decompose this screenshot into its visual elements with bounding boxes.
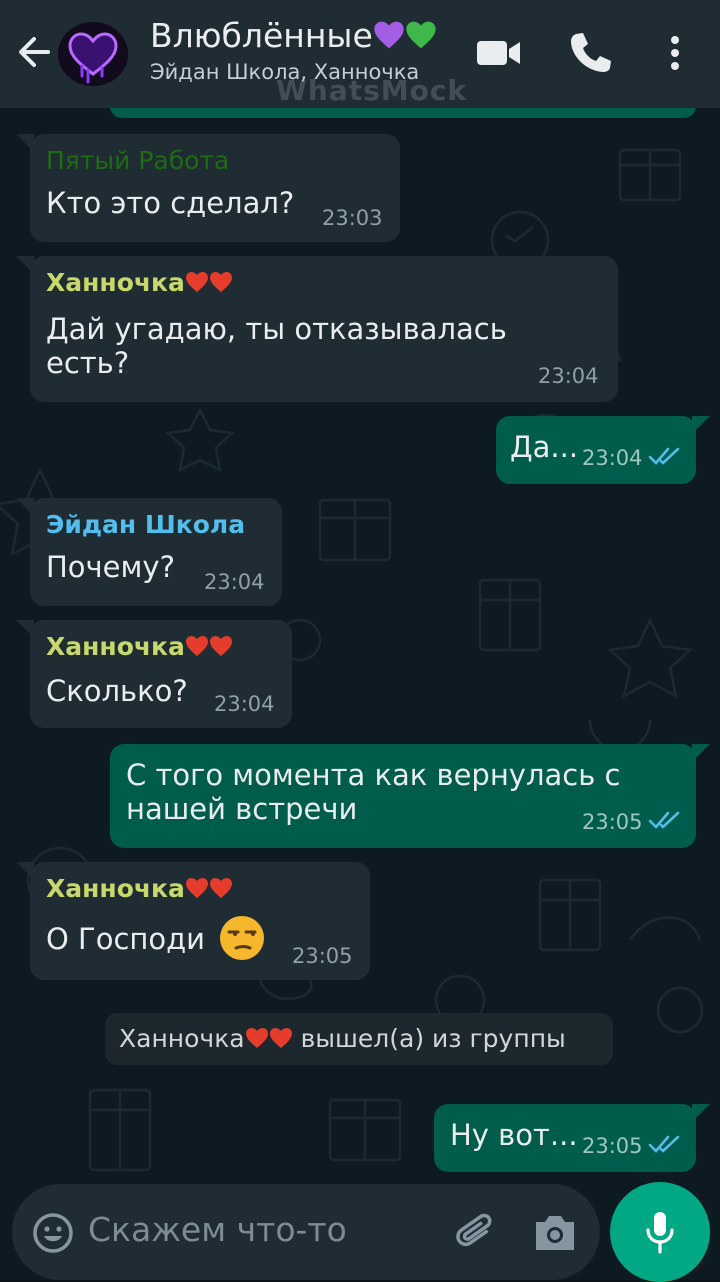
red-heart-icon [269,1015,293,1048]
message-outgoing[interactable]: Да... 23:04 [496,416,710,484]
message-sender-name: Ханночка [46,632,185,661]
back-arrow-icon[interactable] [14,32,54,72]
message-sender: Пятый Работа [46,146,230,175]
message-sender: Ханночка [46,874,233,903]
camera-icon[interactable] [530,1210,580,1256]
system-notice-action: вышел(а) из группы [300,1024,566,1053]
message-input-bar[interactable]: Скажем что-то [12,1184,600,1280]
red-heart-icon [185,634,209,656]
message-time: 23:03 [322,206,383,230]
message-time: 23:04 [582,446,643,470]
attach-icon[interactable] [452,1208,502,1258]
message-text: Дай угадаю, ты отказывалась есть? [46,312,507,380]
unamused-face-icon [218,914,266,962]
voice-record-button[interactable] [610,1182,710,1282]
green-heart-icon [405,16,437,55]
read-ticks-icon [648,810,682,830]
message-time: 23:05 [292,944,353,968]
message-text: О Господи [46,922,206,956]
message-text: Ну вот... [450,1118,578,1152]
system-notice-content: Ханночка вышел(а) из группы [119,1013,566,1065]
emoji-icon[interactable] [32,1212,74,1254]
chat-header: Влюблённые Эйдан Школа, Ханночка WhatsMo… [0,0,720,108]
red-heart-icon [209,270,233,292]
message-time: 23:04 [214,692,275,716]
purple-heart-icon [373,16,405,55]
red-heart-icon [209,634,233,656]
red-heart-icon [209,876,233,898]
message-text: Почему? [46,550,175,584]
red-heart-icon [185,876,209,898]
chat-title-text: Влюблённые [150,16,373,55]
message-input[interactable]: Скажем что-то [88,1210,347,1249]
message-text: Сколько? [46,674,188,708]
message-incoming[interactable]: Эйдан Школа Почему? 23:04 [16,498,282,606]
read-ticks-icon [648,1134,682,1154]
message-incoming[interactable]: Пятый Работа Кто это сделал? 23:03 [16,134,400,242]
message-text: Кто это сделал? [46,186,295,220]
message-time: 23:04 [204,570,265,594]
more-options-icon[interactable] [652,28,698,78]
voice-call-icon[interactable] [564,28,614,78]
watermark: WhatsMock [276,74,468,107]
message-sender-name: Ханночка [46,268,185,297]
message-incoming[interactable]: Ханночка Дай угадаю, ты отказывалась ест… [16,256,618,402]
group-avatar[interactable] [58,22,128,86]
message-time: 23:04 [538,364,599,388]
video-call-icon[interactable] [474,28,524,78]
message-sender: Ханночка [46,268,233,297]
microphone-icon [640,1210,680,1256]
red-heart-icon [245,1015,269,1048]
message-time: 23:05 [582,810,643,834]
message-outgoing[interactable]: С того момента как вернулась с нашей вст… [110,744,710,848]
message-sender-name: Ханночка [46,874,185,903]
system-notice-name: Ханночка [119,1024,245,1053]
message-text: Да... [510,430,579,464]
red-heart-icon [185,270,209,292]
message-incoming[interactable]: Ханночка Сколько? 23:04 [16,620,292,728]
system-notice: Ханночка вышел(а) из группы [105,1013,613,1065]
chat-title[interactable]: Влюблённые [150,16,437,55]
message-sender: Ханночка [46,632,233,661]
message-sender: Эйдан Школа [46,510,246,539]
message-outgoing[interactable]: Ну вот... 23:05 [434,1104,710,1172]
read-ticks-icon [648,446,682,466]
message-incoming[interactable]: Ханночка О Господи 23:05 [16,862,370,980]
message-time: 23:05 [582,1134,643,1158]
